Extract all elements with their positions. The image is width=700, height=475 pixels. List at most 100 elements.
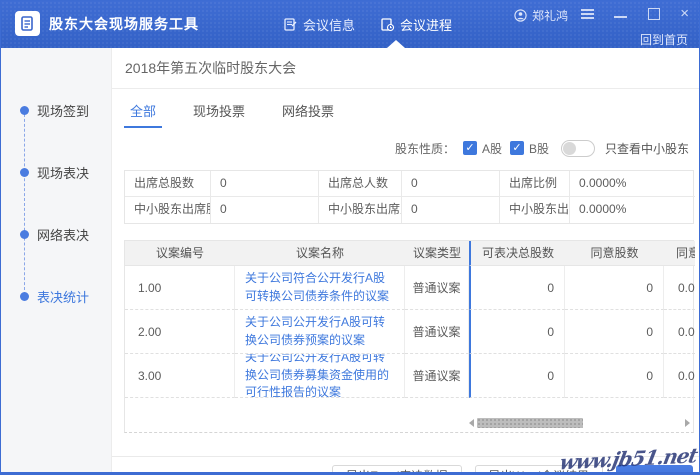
table-filler bbox=[125, 398, 693, 432]
user-name: 郑礼鸿 bbox=[532, 9, 569, 23]
sidebar-stepper: 现场签到 现场表决 网络表决 表决统计 bbox=[1, 48, 112, 472]
step-dot-icon bbox=[20, 106, 29, 115]
stat-label: 中小股东出席人数 bbox=[319, 197, 402, 223]
tab-onsite-votes[interactable]: 现场投票 bbox=[187, 98, 251, 128]
scroll-left-icon[interactable] bbox=[469, 419, 474, 427]
stat-value: 0.0000% bbox=[579, 202, 627, 216]
checkbox-b-label: B股 bbox=[528, 141, 549, 156]
export-word-button[interactable]: 导出Word会议结果 bbox=[474, 465, 603, 472]
filter-label: 股东性质： bbox=[394, 141, 455, 156]
stat-value: 0 bbox=[211, 197, 319, 223]
step-label: 现场签到 bbox=[37, 104, 90, 119]
stat-label: 出席总股数 bbox=[125, 171, 211, 197]
agree-shares-value: 0 bbox=[565, 266, 664, 310]
proposals-table: 议案编号 议案名称 议案类型 可表决总股数 同意股数 同意比例 1.00 关于公… bbox=[124, 240, 695, 433]
minimize-icon[interactable] bbox=[614, 8, 628, 19]
checkbox-checked-icon: ✓ bbox=[509, 141, 524, 155]
agree-ratio-value: 0.0000% bbox=[664, 310, 695, 354]
vote-source-tabs: 全部 现场投票 网络投票 bbox=[112, 98, 699, 128]
step-label: 网络表决 bbox=[37, 228, 90, 243]
tab-network-votes[interactable]: 网络投票 bbox=[276, 98, 340, 128]
app-window: 股东大会现场服务工具 会议信息 会议进程 郑礼鸿 × 回到首页 现场签到 现场表… bbox=[0, 0, 700, 475]
table-row: 3.00 关于公司公开发行A股可转换公司债券募集资金使用的可行性报告的议案 普通… bbox=[125, 354, 695, 398]
votable-shares-value: 0 bbox=[469, 354, 565, 398]
proposal-no: 1.00 bbox=[125, 266, 235, 310]
col-header-proposal-no: 议案编号 bbox=[125, 241, 235, 266]
checkbox-a-label: A股 bbox=[481, 141, 502, 156]
close-icon[interactable]: × bbox=[680, 6, 689, 21]
proposal-type: 普通议案 bbox=[405, 354, 469, 398]
agree-ratio-value: 0.0000% bbox=[664, 354, 695, 398]
app-brand: 股东大会现场服务工具 bbox=[15, 11, 199, 36]
col-header-proposal-type: 议案类型 bbox=[405, 241, 469, 266]
sidebar-item-network-voting[interactable]: 网络表决 bbox=[1, 225, 112, 244]
top-bar: 股东大会现场服务工具 会议信息 会议进程 郑礼鸿 × 回到首页 bbox=[1, 1, 699, 48]
active-nav-pointer bbox=[387, 40, 405, 48]
col-header-proposal-name: 议案名称 bbox=[235, 241, 405, 266]
sidebar-item-voting-statistics[interactable]: 表决统计 bbox=[1, 287, 112, 306]
attendance-stats-table: 出席总股数 0 出席总人数 0 出席比例 0.0000% 中小股东出席股数 0 … bbox=[124, 170, 695, 224]
stat-label: 出席比例 bbox=[500, 171, 570, 197]
stepper-connector bbox=[24, 109, 25, 295]
step-label: 表决统计 bbox=[37, 290, 90, 305]
votable-shares-value: 0 bbox=[469, 266, 565, 310]
checkbox-b-shares[interactable]: ✓ B股 bbox=[509, 140, 549, 157]
proposal-name-link[interactable]: 关于公司公开发行A股可转换公司债券募集资金使用的可行性报告的议案 bbox=[235, 354, 405, 398]
step-dot-icon bbox=[20, 292, 29, 301]
proposal-name-link[interactable]: 关于公司公开发行A股可转换公司债券预案的议案 bbox=[235, 310, 405, 354]
col-header-agree-shares: 同意股数 bbox=[565, 241, 664, 266]
tab-all[interactable]: 全部 bbox=[124, 98, 163, 128]
maximize-icon[interactable] bbox=[647, 8, 661, 20]
meeting-title: 2018年第五次临时股东大会 bbox=[112, 48, 699, 89]
table-row: 1.00 关于公司符合公开发行A股可转换公司债券条件的议案 普通议案 0 0 0… bbox=[125, 266, 695, 310]
step-label: 现场表决 bbox=[37, 166, 90, 181]
app-logo-icon bbox=[15, 11, 40, 36]
agree-shares-value: 0 bbox=[565, 354, 664, 398]
stat-label: 出席总人数 bbox=[319, 171, 402, 197]
agree-ratio-value: 0.0000% bbox=[664, 266, 695, 310]
scrollbar-thumb[interactable] bbox=[477, 418, 583, 428]
proposals-table-header: 议案编号 议案名称 议案类型 可表决总股数 同意股数 同意比例 bbox=[125, 241, 695, 266]
sidebar-item-onsite-voting[interactable]: 现场表决 bbox=[1, 163, 112, 182]
col-header-agree-ratio: 同意比例 bbox=[664, 241, 695, 266]
stat-value: 0.0000% bbox=[570, 171, 695, 197]
col-header-votable-shares: 可表决总股数 bbox=[469, 241, 565, 266]
back-home-link[interactable]: 回到首页 bbox=[640, 31, 688, 48]
menu-icon[interactable] bbox=[581, 8, 595, 19]
window-controls: × bbox=[581, 6, 689, 21]
shareholder-filter-bar: 股东性质： ✓ A股 ✓ B股 只查看中小股东 bbox=[112, 138, 699, 158]
user-menu[interactable]: 郑礼鸿 bbox=[514, 7, 568, 24]
proposal-type: 普通议案 bbox=[405, 310, 469, 354]
nav-meeting-progress[interactable]: 会议进程 bbox=[381, 15, 452, 34]
checkbox-a-shares[interactable]: ✓ A股 bbox=[462, 140, 502, 157]
agree-shares-value: 0 bbox=[565, 310, 664, 354]
nav-meeting-info[interactable]: 会议信息 bbox=[284, 15, 355, 34]
horizontal-scrollbar[interactable] bbox=[469, 417, 690, 429]
sidebar-item-onsite-signin[interactable]: 现场签到 bbox=[1, 101, 112, 120]
stat-value: 0 bbox=[402, 197, 500, 223]
export-excel-button[interactable]: 导出Excel表决数据 bbox=[332, 465, 462, 472]
footer-buttons: 导出Excel表决数据 导出Word会议结果 bbox=[112, 457, 699, 472]
app-title: 股东大会现场服务工具 bbox=[49, 15, 199, 32]
proposal-no: 2.00 bbox=[125, 310, 235, 354]
main-panel: 2018年第五次临时股东大会 全部 现场投票 网络投票 股东性质： ✓ A股 ✓… bbox=[112, 48, 699, 472]
proposal-name-link[interactable]: 关于公司符合公开发行A股可转换公司债券条件的议案 bbox=[235, 266, 405, 310]
primary-action-button[interactable] bbox=[616, 465, 693, 472]
stat-label: 中小股东出席比例 bbox=[500, 197, 570, 223]
user-avatar-icon bbox=[514, 9, 527, 22]
toggle-knob bbox=[562, 141, 576, 155]
scroll-right-icon[interactable] bbox=[685, 419, 690, 427]
small-shareholders-toggle[interactable] bbox=[560, 139, 595, 157]
proposal-no: 3.00 bbox=[125, 354, 235, 398]
table-row: 2.00 关于公司公开发行A股可转换公司债券预案的议案 普通议案 0 0 0.0… bbox=[125, 310, 695, 354]
toggle-label: 只查看中小股东 bbox=[604, 141, 689, 156]
nav-meeting-info-label: 会议信息 bbox=[303, 18, 356, 33]
stat-value: 0 bbox=[402, 171, 500, 197]
checkbox-checked-icon: ✓ bbox=[462, 141, 477, 155]
meeting-progress-icon bbox=[381, 18, 395, 31]
votable-shares-value: 0 bbox=[469, 310, 565, 354]
nav-meeting-progress-label: 会议进程 bbox=[400, 18, 453, 33]
proposal-type: 普通议案 bbox=[405, 266, 469, 310]
step-dot-icon bbox=[20, 230, 29, 239]
top-nav: 会议信息 会议进程 bbox=[284, 1, 452, 48]
